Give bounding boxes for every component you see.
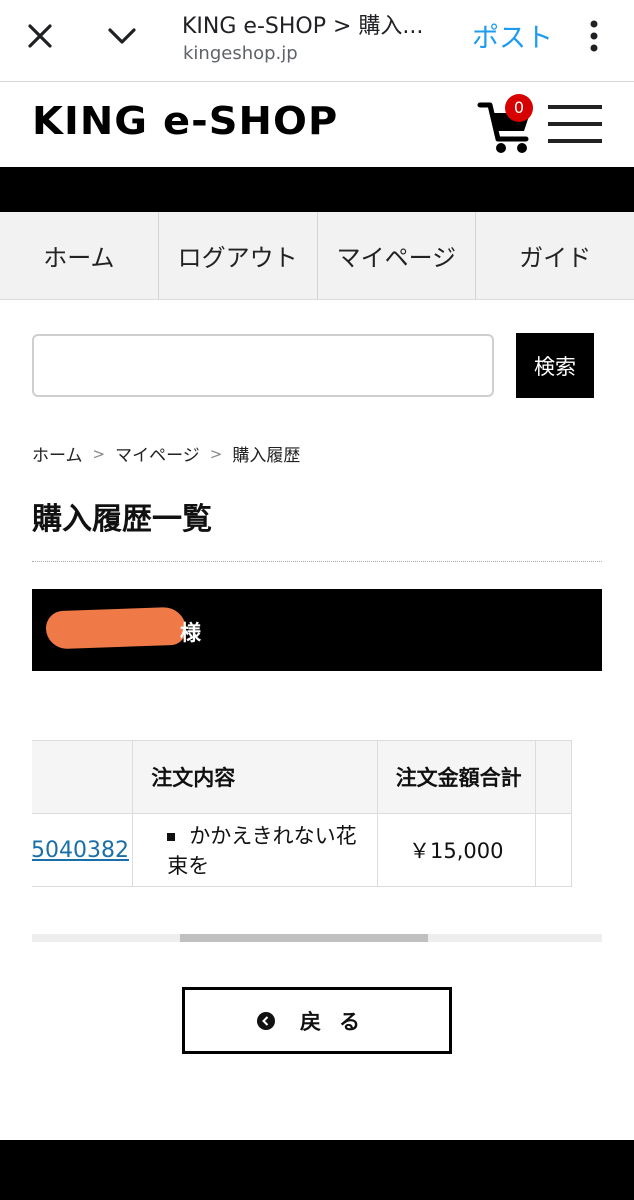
divider [32, 561, 602, 562]
breadcrumb-home[interactable]: ホーム [32, 441, 83, 466]
table-row: 5040382 かかえきれない花束を ￥15,000 [32, 813, 573, 887]
breadcrumb-separator: > [209, 444, 223, 463]
order-number-link[interactable]: 5040382 [32, 838, 129, 863]
menu-icon[interactable] [548, 105, 602, 147]
breadcrumb-separator: > [92, 444, 106, 463]
post-button[interactable]: ポスト [472, 16, 553, 55]
browser-url[interactable]: kingeshop.jp [183, 43, 298, 64]
order-total-cell: ￥15,000 [376, 813, 536, 887]
search-input[interactable] [32, 334, 494, 397]
nav-item-guide[interactable]: ガイド [476, 212, 634, 299]
chevron-down-icon[interactable] [102, 18, 142, 54]
order-history-table: 注文内容 注文金額合計 5040382 かかえきれない花束を ￥15,000 [32, 740, 573, 887]
site-logo[interactable]: KING e-SHOP [32, 99, 338, 143]
scrollbar-thumb[interactable] [180, 934, 428, 942]
order-history-table-container[interactable]: 注文内容 注文金額合計 5040382 かかえきれない花束を ￥15,000 [32, 740, 602, 888]
table-header-item: 注文内容 [132, 740, 378, 814]
horizontal-scrollbar[interactable] [32, 934, 602, 942]
browser-page-title: KING e-SHOP > 購入... [182, 14, 424, 39]
search-button[interactable]: 検索 [516, 333, 594, 398]
order-item-name: かかえきれない花束を [167, 824, 357, 878]
breadcrumb: ホーム > マイページ > 購入履歴 [32, 441, 301, 467]
footer-band [0, 1140, 634, 1200]
user-honorific: 様 [180, 621, 201, 645]
page-title: 購入履歴一覧 [32, 502, 212, 537]
site-header: KING e-SHOP [0, 83, 634, 167]
nav-item-logout[interactable]: ログアウト [159, 212, 318, 299]
close-icon[interactable] [22, 18, 58, 54]
order-number-cell: 5040382 [32, 813, 134, 887]
bullet-icon [167, 833, 176, 841]
table-header-row: 注文内容 注文金額合計 [32, 740, 573, 814]
back-button-label: 戻る [300, 1009, 378, 1034]
user-banner: 様 [32, 589, 602, 671]
browser-toolbar: KING e-SHOP > 購入... kingeshop.jp ポスト [0, 0, 634, 82]
breadcrumb-mypage[interactable]: マイページ [115, 441, 200, 466]
order-extra-cell [534, 813, 573, 887]
table-header-total: 注文金額合計 [376, 740, 536, 814]
main-nav: ホーム ログアウト マイページ ガイド [0, 212, 634, 300]
nav-item-home[interactable]: ホーム [0, 212, 159, 299]
more-options-icon[interactable] [584, 16, 604, 56]
order-item-cell: かかえきれない花束を [132, 813, 378, 887]
table-header-extra [534, 740, 573, 814]
header-band [0, 167, 634, 212]
back-arrow-icon [257, 1011, 275, 1030]
back-button[interactable]: 戻る [182, 987, 452, 1054]
breadcrumb-current: 購入履歴 [232, 446, 301, 466]
cart-count-badge: 0 [505, 94, 533, 122]
nav-item-mypage[interactable]: マイページ [318, 212, 477, 299]
table-header-order-no [32, 740, 134, 814]
redacted-username [45, 606, 187, 650]
